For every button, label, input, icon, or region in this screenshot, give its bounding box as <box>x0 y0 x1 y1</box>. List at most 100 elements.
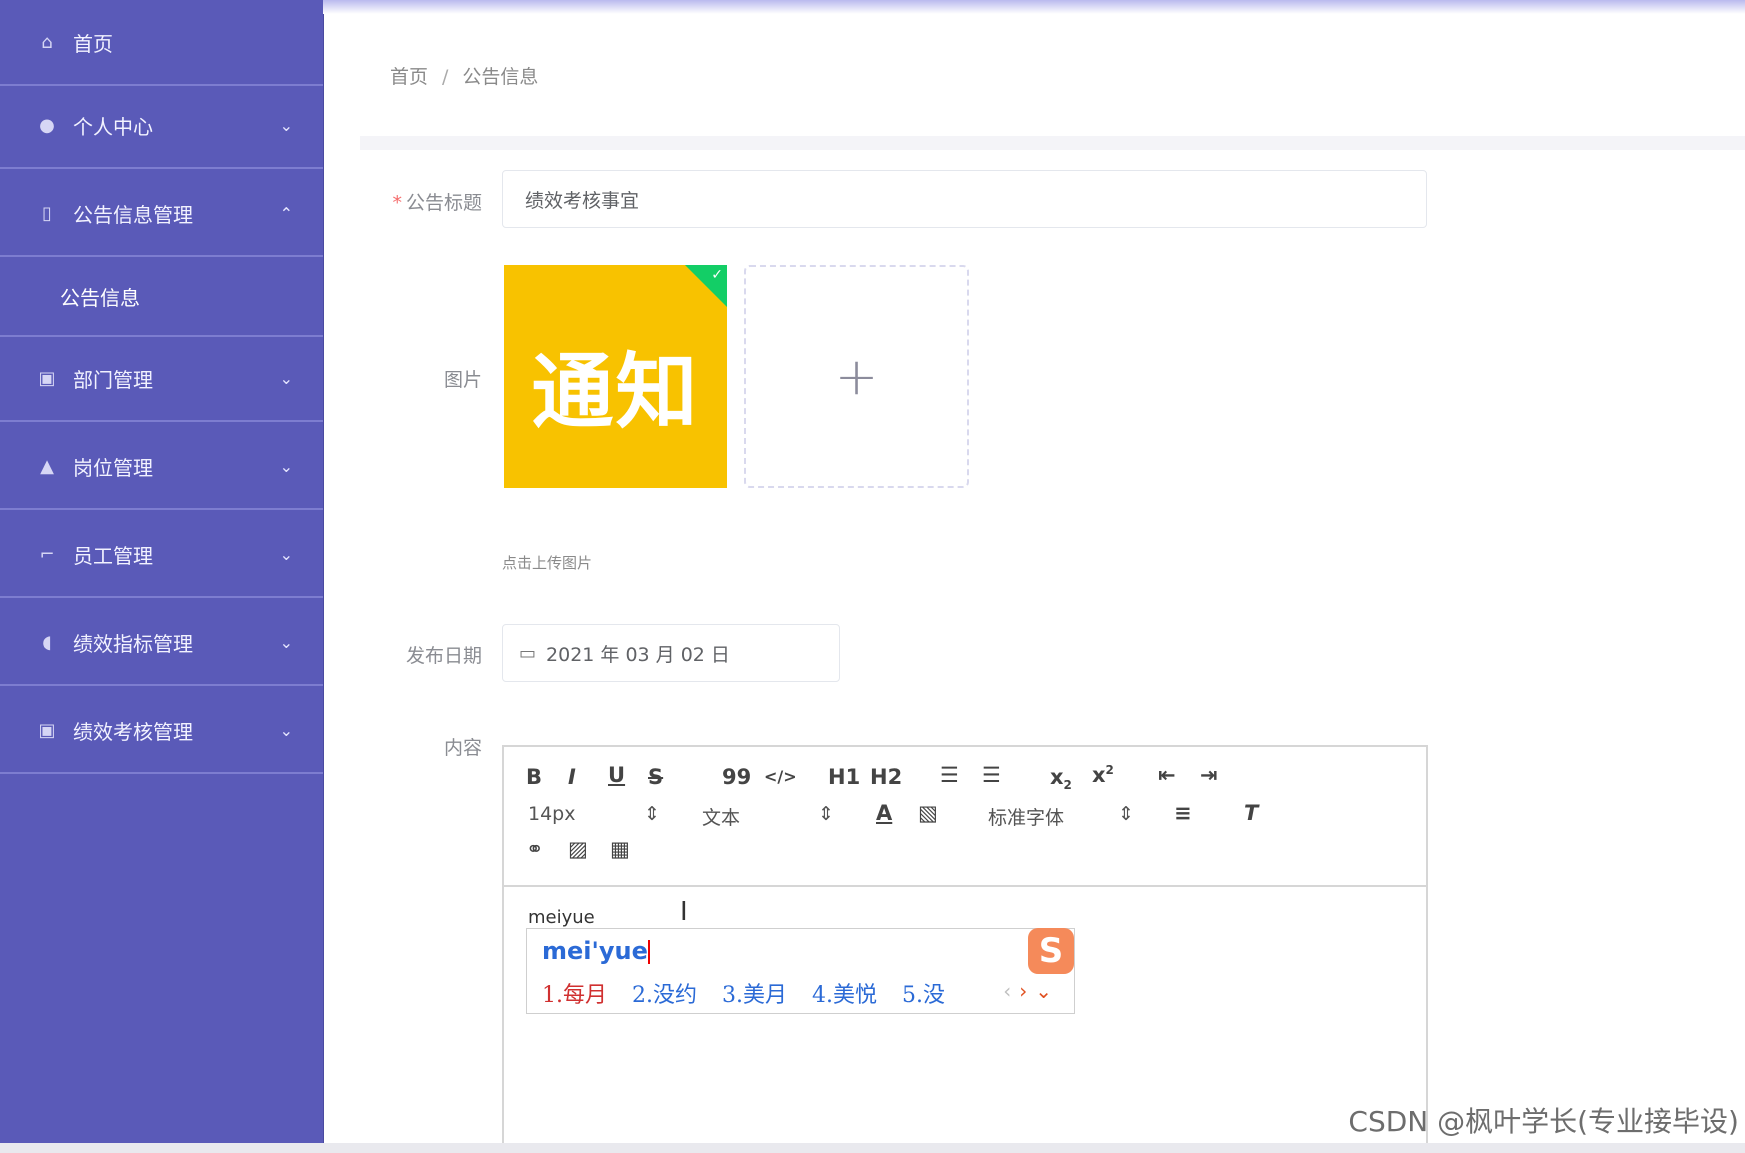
font-family-select[interactable]: 标准字体 <box>988 803 1064 830</box>
select-arrows-icon: ⇕ <box>644 803 660 825</box>
select-arrows-icon: ⇕ <box>818 803 834 825</box>
person-icon: ▲ <box>40 455 54 477</box>
ime-candidates: 1.每月 2.没约 3.美月 4.美悦 5.没 <box>542 977 963 1009</box>
sidebar-item-label: 个人中心 <box>73 114 153 139</box>
sidebar-subitem-label: 公告信息 <box>60 285 140 310</box>
uploaded-image-thumbnail[interactable]: 通知 ✓ <box>504 265 727 488</box>
underline-button[interactable]: U <box>608 763 625 787</box>
required-mark: * <box>392 192 402 214</box>
sidebar-item-position[interactable]: ▲ 岗位管理 ⌄ <box>0 424 323 510</box>
outdent-icon[interactable]: ⇤ <box>1158 763 1176 787</box>
chevron-down-icon: ⌄ <box>279 720 293 740</box>
h1-button[interactable]: H1 <box>828 765 860 789</box>
sidebar-item-label: 绩效指标管理 <box>73 631 193 656</box>
chevron-down-icon: ⌄ <box>279 632 293 652</box>
ime-candidate[interactable]: 4.美悦 <box>812 983 877 1008</box>
h2-button[interactable]: H2 <box>870 765 902 789</box>
sidebar-item-label: 部门管理 <box>73 367 153 392</box>
title-input-value: 绩效考核事宜 <box>525 189 640 212</box>
sidebar-item-label: 首页 <box>73 31 113 56</box>
sidebar-item-label: 绩效考核管理 <box>73 719 193 744</box>
text-cursor-icon: I <box>680 897 688 927</box>
sidebar-item-department[interactable]: ▣ 部门管理 ⌄ <box>0 336 323 422</box>
strike-button[interactable]: S <box>648 765 663 789</box>
home-icon: ⌂ <box>41 31 53 53</box>
ordered-list-icon[interactable]: ☰ <box>940 763 959 787</box>
date-label: 发布日期 <box>405 645 482 667</box>
breadcrumb-separator: / <box>442 66 449 88</box>
sidebar-item-label: 岗位管理 <box>73 455 153 480</box>
breadcrumb-bar: 首页 / 公告信息 <box>360 28 1745 136</box>
sidebar: ⌂ 首页 ● 个人中心 ⌄ ▯ 公告信息管理 ⌃ 公告信息 ▣ 部门管理 ⌄ ▲… <box>0 0 324 1153</box>
clipboard-icon: ▣ <box>38 367 56 389</box>
link-icon[interactable]: ⚭ <box>526 837 544 861</box>
ime-candidate[interactable]: 3.美月 <box>722 983 787 1008</box>
image-label: 图片 <box>443 369 482 391</box>
content-label: 内容 <box>443 737 482 759</box>
breadcrumb-current: 公告信息 <box>462 66 539 88</box>
title-input[interactable]: 绩效考核事宜 <box>502 170 1427 228</box>
bold-button[interactable]: B <box>526 765 542 789</box>
check-icon: ✓ <box>711 267 723 283</box>
ime-candidate[interactable]: 2.没约 <box>632 983 697 1008</box>
sidebar-item-assessment[interactable]: ▣ 绩效考核管理 ⌄ <box>0 688 323 774</box>
sidebar-subitem-notice-info[interactable]: 公告信息 <box>0 257 323 337</box>
font-color-icon[interactable]: A <box>876 801 892 825</box>
chevron-right-icon: › <box>1019 979 1036 1003</box>
calendar-icon: ▭ <box>519 642 537 664</box>
upload-tip: 点击上传图片 <box>502 554 593 572</box>
watermark: CSDN @枫叶学长(专业接毕设) <box>1348 1105 1739 1138</box>
sidebar-item-label: 员工管理 <box>73 543 153 568</box>
title-label: * 公告标题 <box>392 192 482 214</box>
editor-content[interactable]: meiyue <box>528 907 595 928</box>
subscript-button[interactable]: x2 <box>1050 765 1072 792</box>
indent-icon[interactable]: ⇥ <box>1200 763 1218 787</box>
notice-icon: ▯ <box>42 202 52 224</box>
chevron-down-icon: ⌄ <box>279 456 293 476</box>
bullet-list-icon[interactable]: ☰ <box>982 763 1001 787</box>
ime-logo-icon: S <box>1028 928 1074 974</box>
date-value: 2021 年 03 月 02 日 <box>546 643 730 666</box>
clear-format-icon[interactable]: T <box>1244 801 1258 825</box>
bottom-strip <box>0 1143 1745 1153</box>
chevron-down-icon: ⌄ <box>279 544 293 564</box>
video-icon[interactable]: ▦ <box>610 837 630 861</box>
font-size-select[interactable]: 14px <box>528 803 575 825</box>
editor-toolbar: B I U S 99 </> H1 H2 ☰ ☰ x2 x2 ⇤ ⇥ 14px … <box>504 747 1426 887</box>
header-select[interactable]: 文本 <box>702 803 740 830</box>
superscript-button[interactable]: x2 <box>1092 763 1114 787</box>
section-divider <box>360 136 1745 150</box>
chevron-down-icon: ⌄ <box>1035 979 1060 1003</box>
crop-icon: ⌐ <box>39 543 55 565</box>
sidebar-item-employee[interactable]: ⌐ 员工管理 ⌄ <box>0 512 323 598</box>
image-icon[interactable]: ▨ <box>568 837 588 861</box>
sidebar-item-kpi[interactable]: ◖ 绩效指标管理 ⌄ <box>0 600 323 686</box>
select-arrows-icon: ⇕ <box>1118 803 1134 825</box>
ime-candidate-window: mei'yue 1.每月 2.没约 3.美月 4.美悦 5.没 ‹›⌄ <box>526 928 1075 1014</box>
background-color-icon[interactable]: ▧ <box>918 801 938 825</box>
chevron-left-icon: ‹ <box>1003 979 1020 1003</box>
align-icon[interactable]: ≡ <box>1174 801 1192 825</box>
quote-button[interactable]: 99 <box>722 765 751 789</box>
sidebar-item-notice-management[interactable]: ▯ 公告信息管理 ⌃ <box>0 171 323 257</box>
code-button[interactable]: </> <box>764 767 797 786</box>
plus-icon: + <box>834 346 879 407</box>
thumbnail-text: 通知 <box>531 344 700 440</box>
date-picker[interactable]: ▭ 2021 年 03 月 02 日 <box>502 624 840 682</box>
ime-composition: mei'yue <box>542 937 650 965</box>
ime-page-nav[interactable]: ‹›⌄ <box>1003 979 1060 1003</box>
sidebar-item-personal-center[interactable]: ● 个人中心 ⌄ <box>0 83 323 169</box>
clipboard-icon: ▣ <box>38 719 56 741</box>
chevron-down-icon: ⌄ <box>279 368 293 388</box>
breadcrumb-home[interactable]: 首页 <box>390 66 428 88</box>
sidebar-item-home[interactable]: ⌂ 首页 <box>0 0 323 86</box>
italic-button[interactable]: I <box>568 765 576 789</box>
user-icon: ● <box>39 114 55 136</box>
bell-icon: ◖ <box>42 631 52 653</box>
chevron-down-icon: ⌄ <box>279 115 293 135</box>
upload-add-button[interactable]: + <box>744 265 969 488</box>
ime-candidate[interactable]: 1.每月 <box>542 983 607 1008</box>
top-shadow <box>323 0 1745 14</box>
sidebar-item-label: 公告信息管理 <box>73 202 193 227</box>
ime-candidate[interactable]: 5.没 <box>902 983 945 1008</box>
